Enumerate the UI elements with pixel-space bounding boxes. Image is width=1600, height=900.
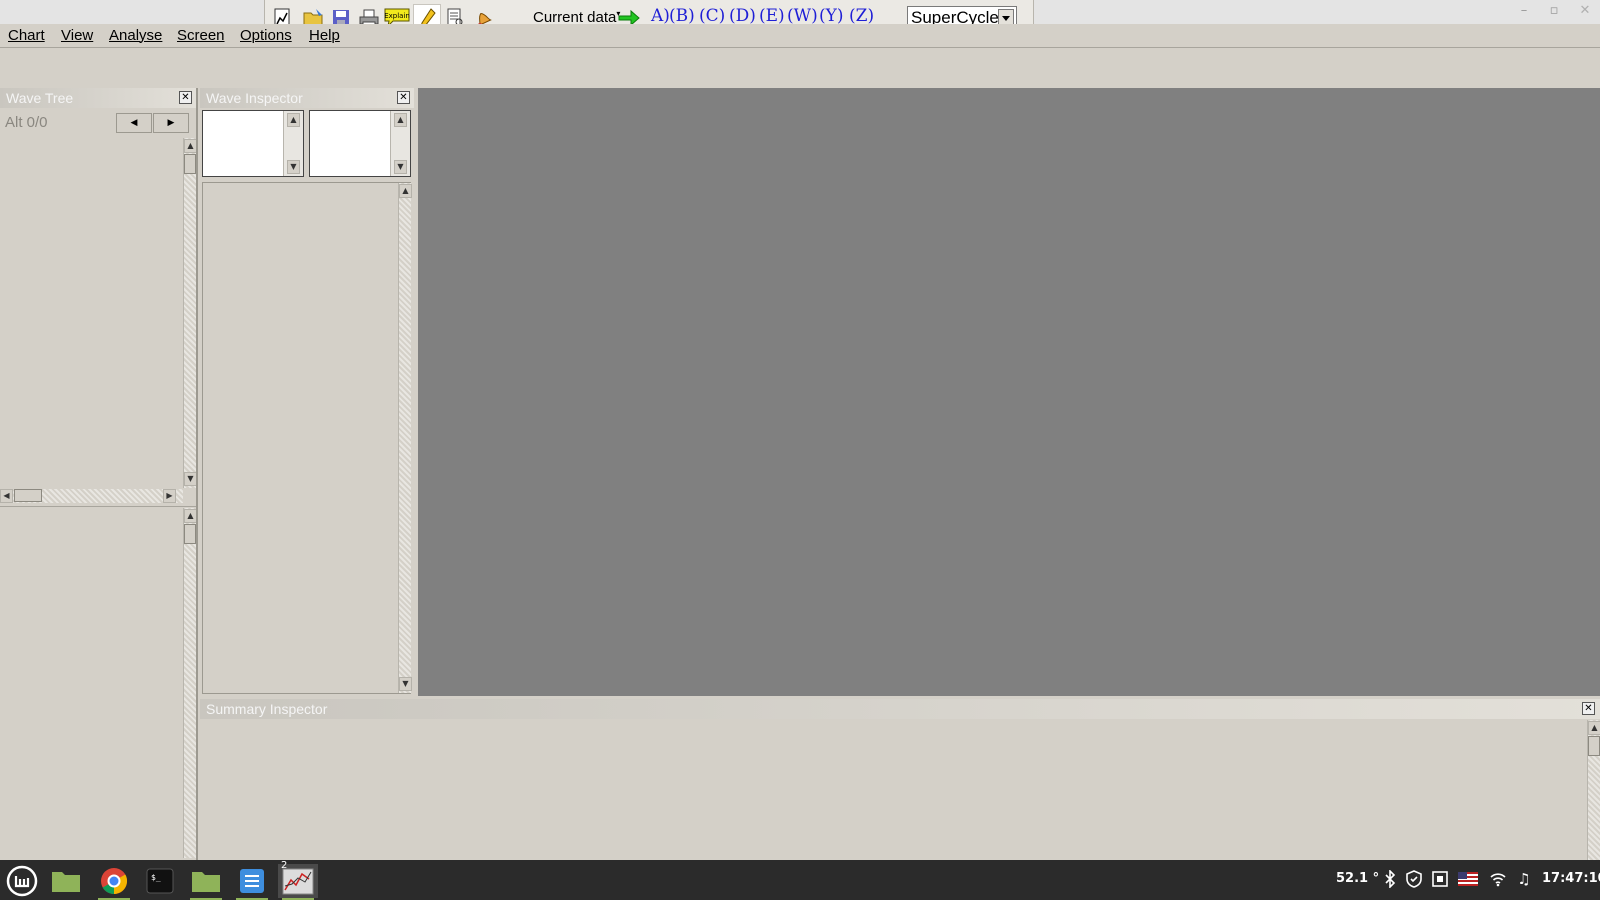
scroll-thumb[interactable] — [184, 154, 196, 174]
cpu-temperature: 52.1 ° — [1336, 871, 1380, 886]
splitter[interactable] — [0, 506, 196, 507]
menu-view[interactable]: View — [61, 27, 93, 44]
wave-inspector-list-right[interactable]: ▲ ▼ — [309, 110, 411, 177]
summary-inspector-header: Summary Inspector ✕ — [200, 699, 1600, 719]
panel-divider[interactable] — [196, 88, 198, 860]
terminal-icon: $_ — [146, 868, 174, 894]
scroll-up-icon[interactable]: ▲ — [287, 113, 300, 127]
close-icon[interactable]: ✕ — [1574, 0, 1596, 22]
next-alternate-button[interactable]: ▶ — [153, 113, 189, 133]
scroll-up-icon[interactable]: ▲ — [1588, 721, 1600, 735]
wave-inspector-title: Wave Inspector — [206, 90, 303, 106]
wave-tree-vscroll[interactable]: ▲ ▼ — [183, 138, 197, 488]
menu-analyse[interactable]: Analyse — [109, 27, 162, 44]
update-icon[interactable] — [1430, 868, 1450, 890]
list-vscroll[interactable]: ▲ ▼ — [283, 111, 303, 176]
close-icon[interactable]: ✕ — [1582, 702, 1595, 715]
text-editor-icon — [240, 869, 264, 893]
chrome-icon — [101, 868, 128, 895]
summary-inspector-content — [200, 720, 1586, 860]
scroll-down-icon[interactable]: ▼ — [399, 677, 412, 691]
taskbar-folder[interactable] — [46, 864, 86, 898]
chart-area[interactable] — [418, 88, 1600, 696]
minimize-icon[interactable]: – — [1514, 2, 1534, 20]
scroll-down-icon[interactable]: ▼ — [287, 160, 300, 174]
summary-vscroll[interactable]: ▲ — [1587, 720, 1600, 860]
wave-tree-view[interactable] — [0, 138, 183, 488]
wave-label-y[interactable]: (Y) — [819, 6, 844, 26]
shield-icon[interactable] — [1404, 868, 1424, 890]
wave-label-d[interactable]: (D) — [729, 6, 756, 26]
window-count-badge: 2 — [281, 860, 288, 871]
scroll-down-icon[interactable]: ▼ — [394, 160, 407, 174]
wave-label-z[interactable]: (Z) — [849, 6, 874, 26]
wifi-icon[interactable] — [1488, 868, 1508, 890]
scroll-thumb[interactable] — [14, 489, 42, 502]
wave-inspector-details: ▲ ▼ — [202, 182, 412, 694]
taskbar-text-editor[interactable] — [232, 864, 272, 900]
menu-screen[interactable]: Screen — [177, 27, 225, 44]
files-icon — [192, 872, 220, 892]
list-vscroll[interactable]: ▲ ▼ — [390, 111, 410, 176]
menu-chart[interactable]: Chart — [8, 27, 45, 44]
us-flag-icon[interactable] — [1458, 868, 1478, 890]
scroll-thumb[interactable] — [184, 524, 196, 544]
scroll-right-icon[interactable]: ▶ — [163, 489, 176, 503]
prev-alternate-button[interactable]: ◀ — [116, 113, 152, 133]
scroll-left-icon[interactable]: ◀ — [0, 489, 13, 503]
taskbar-chrome[interactable] — [94, 864, 134, 900]
wave-tree-detail-vscroll[interactable]: ▲ — [183, 508, 197, 858]
close-icon[interactable]: ✕ — [179, 91, 192, 104]
wave-label-a[interactable]: A) — [651, 6, 670, 26]
taskbar-files[interactable] — [186, 864, 226, 900]
wave-inspector-header: Wave Inspector ✕ — [200, 88, 414, 108]
wave-tree-header: Wave Tree ✕ — [0, 88, 196, 108]
mint-menu-button[interactable] — [2, 864, 42, 898]
scroll-up-icon[interactable]: ▲ — [394, 113, 407, 127]
taskbar-chart-app[interactable]: 2 — [278, 860, 318, 900]
wave-tree-title: Wave Tree — [6, 90, 74, 106]
menu-help[interactable]: Help — [309, 27, 340, 44]
menu-bar: Chart View Analyse Screen Options Help — [0, 24, 1600, 48]
wave-inspector-list-left[interactable]: ▲ ▼ — [202, 110, 304, 177]
wave-label-e[interactable]: (E) — [759, 6, 785, 26]
wave-tree-hscroll[interactable]: ◀ ▶ — [0, 489, 183, 503]
wave-tree-detail — [0, 508, 183, 858]
clock[interactable]: 17:47:10 — [1542, 871, 1600, 886]
summary-inspector-title: Summary Inspector — [206, 701, 328, 717]
wave-label-c[interactable]: (C) — [699, 6, 725, 26]
wave-label-b[interactable]: (B) — [669, 6, 695, 26]
menu-options[interactable]: Options — [240, 27, 292, 44]
close-icon[interactable]: ✕ — [397, 91, 410, 104]
wave-label-w[interactable]: (W) — [787, 6, 818, 26]
scroll-thumb[interactable] — [1588, 736, 1600, 756]
mint-menu-icon — [6, 865, 38, 897]
wave-inspector-vscroll[interactable]: ▲ ▼ — [398, 183, 412, 693]
svg-text:Explain: Explain — [384, 12, 410, 20]
maximize-icon[interactable]: ▫ — [1544, 2, 1564, 20]
svg-text:$_: $_ — [151, 873, 161, 882]
scroll-up-icon[interactable]: ▲ — [399, 184, 412, 198]
taskbar-terminal[interactable]: $_ — [140, 864, 180, 898]
alternate-count: Alt 0/0 — [5, 114, 48, 131]
taskbar: $_ 2 52.1 ° ♫ 17:47:10 — [0, 860, 1600, 900]
folder-icon — [52, 872, 80, 892]
bluetooth-icon[interactable] — [1380, 868, 1400, 890]
music-icon[interactable]: ♫ — [1514, 868, 1534, 890]
wave-tree-nav: Alt 0/0 ◀ ▶ — [0, 110, 196, 136]
